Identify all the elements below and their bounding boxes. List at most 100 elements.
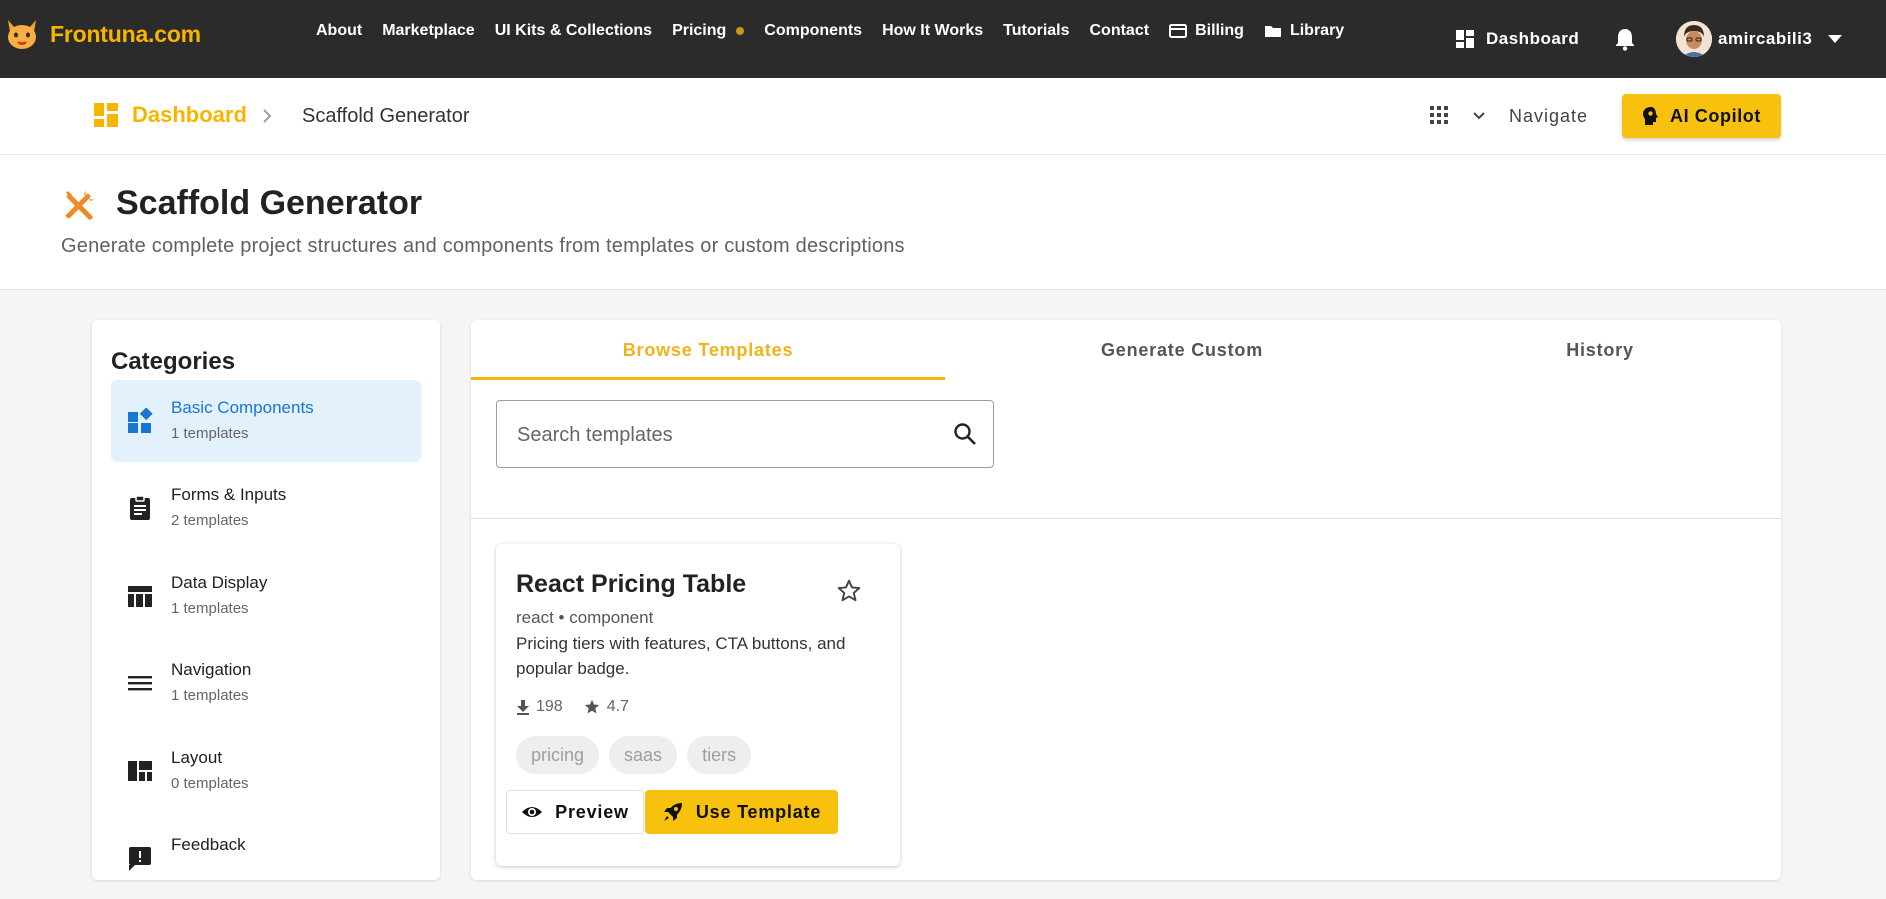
preview-button[interactable]: Preview xyxy=(506,790,644,834)
template-title: React Pricing Table xyxy=(516,570,747,598)
category-count: 2 templates xyxy=(171,512,249,529)
category-label: Forms & Inputs xyxy=(171,485,287,504)
use-template-label: Use Template xyxy=(695,801,822,822)
nav-dashboard-label: Dashboard xyxy=(1486,29,1580,48)
category-count: 0 templates xyxy=(171,775,249,792)
menu-icon xyxy=(127,670,153,701)
nav-billing-label: Billing xyxy=(1195,22,1244,39)
categories-title: Categories xyxy=(111,348,236,375)
user-menu[interactable]: amircabili3 xyxy=(1676,0,1843,78)
caret-down-icon xyxy=(1828,35,1843,43)
tag-list: pricing saas tiers xyxy=(516,736,761,774)
category-label: Basic Components xyxy=(171,398,314,417)
nav-tutorials[interactable]: Tutorials xyxy=(1003,22,1069,40)
template-description: Pricing tiers with features, CTA buttons… xyxy=(516,634,846,678)
head-bulb-icon xyxy=(1643,107,1658,125)
category-count: 1 templates xyxy=(171,425,249,442)
template-meta: react • component xyxy=(516,608,654,627)
nav-how-it-works-label: How It Works xyxy=(882,22,984,39)
category-layout[interactable]: Layout 0 templates xyxy=(111,730,421,812)
nav-marketplace-label: Marketplace xyxy=(382,22,475,39)
downloads-stat: 198 xyxy=(516,698,563,716)
apps-grid-icon xyxy=(1430,106,1448,124)
top-navbar: Frontuna.com About Marketplace UI Kits &… xyxy=(0,0,1886,78)
nav-pricing-label: Pricing xyxy=(672,22,727,39)
cat-logo-icon xyxy=(4,16,40,52)
breadcrumb: Dashboard Scaffold Generator Navigate AI… xyxy=(0,78,1886,155)
category-label: Feedback xyxy=(171,835,246,854)
rocket-icon xyxy=(663,803,682,821)
divider xyxy=(471,518,1781,519)
nav-dashboard[interactable]: Dashboard xyxy=(1456,0,1579,78)
widgets-icon xyxy=(127,407,153,439)
category-forms-inputs[interactable]: Forms & Inputs 2 templates xyxy=(111,467,421,549)
tag-chip[interactable]: saas xyxy=(609,736,678,774)
tag-chip[interactable]: pricing xyxy=(516,736,600,774)
table-icon xyxy=(127,583,153,614)
category-navigation[interactable]: Navigation 1 templates xyxy=(111,642,421,724)
navigate-dropdown-toggle[interactable] xyxy=(1472,108,1486,126)
nav-contact[interactable]: Contact xyxy=(1090,22,1150,40)
tab-browse-templates[interactable]: Browse Templates xyxy=(471,320,945,380)
nav-billing[interactable]: Billing xyxy=(1169,22,1244,40)
nav-pricing[interactable]: Pricing xyxy=(672,22,745,40)
dashboard-icon xyxy=(1456,30,1474,48)
template-stats: 198 4.7 xyxy=(516,698,649,716)
nav-marketplace[interactable]: Marketplace xyxy=(382,22,475,40)
categories-panel: Categories Basic Components 1 templates … xyxy=(92,320,440,880)
tab-generate-custom[interactable]: Generate Custom xyxy=(945,320,1419,380)
nav-library-label: Library xyxy=(1289,22,1345,39)
chevron-down-icon xyxy=(1473,112,1485,120)
tab-history[interactable]: History xyxy=(1419,320,1781,380)
nav-components-label: Components xyxy=(764,22,863,39)
star-outline-icon[interactable] xyxy=(836,578,862,609)
nav-contact-label: Contact xyxy=(1089,22,1150,39)
bell-icon xyxy=(1616,29,1634,51)
nav-components[interactable]: Components xyxy=(764,22,862,40)
nav-tutorials-label: Tutorials xyxy=(1003,22,1070,39)
downloads-count: 198 xyxy=(536,698,563,715)
category-count: 1 templates xyxy=(171,600,249,617)
tag-chip[interactable]: tiers xyxy=(687,736,752,774)
nav-about[interactable]: About xyxy=(316,22,362,40)
layout-icon xyxy=(127,758,153,789)
category-data-display[interactable]: Data Display 1 templates xyxy=(111,555,421,637)
category-basic-components[interactable]: Basic Components 1 templates xyxy=(111,380,421,462)
nav-how-it-works[interactable]: How It Works xyxy=(882,22,983,40)
category-label: Data Display xyxy=(171,573,268,592)
nav-library[interactable]: Library xyxy=(1264,22,1344,40)
nav-about-label: About xyxy=(316,22,363,39)
nav-ui-kits[interactable]: UI Kits & Collections xyxy=(495,22,652,40)
search-icon[interactable] xyxy=(953,422,977,451)
folder-icon xyxy=(1264,26,1281,37)
breadcrumb-current: Scaffold Generator xyxy=(302,105,470,127)
nav-ui-kits-label: UI Kits & Collections xyxy=(494,22,653,39)
clipboard-icon xyxy=(127,495,153,526)
brand[interactable]: Frontuna.com xyxy=(4,16,201,52)
page-title: Scaffold Generator xyxy=(116,184,423,222)
category-count: 1 templates xyxy=(171,687,249,704)
search-box xyxy=(496,400,994,468)
main-nav: About Marketplace UI Kits & Collections … xyxy=(316,22,1364,40)
breadcrumb-separator xyxy=(262,104,272,130)
eye-icon xyxy=(522,807,543,817)
ai-copilot-label: AI Copilot xyxy=(1670,105,1761,126)
search-input[interactable] xyxy=(515,417,939,453)
use-template-button[interactable]: Use Template xyxy=(645,790,838,834)
category-feedback[interactable]: Feedback xyxy=(111,817,421,899)
page-header: Scaffold Generator Generate complete pro… xyxy=(0,155,1886,290)
breadcrumb-dashboard[interactable]: Dashboard xyxy=(94,102,247,128)
navigate-button[interactable]: Navigate xyxy=(1509,106,1588,127)
template-card[interactable]: React Pricing Table react • component Pr… xyxy=(496,544,900,866)
active-tab-indicator xyxy=(471,377,945,380)
pricing-dot-badge xyxy=(736,27,745,35)
notifications-button[interactable] xyxy=(1614,0,1636,78)
tools-icon xyxy=(62,187,98,228)
category-label: Navigation xyxy=(171,660,252,679)
feedback-icon xyxy=(127,845,153,876)
rating-value: 4.7 xyxy=(606,698,629,715)
apps-grid-button[interactable] xyxy=(1430,106,1448,129)
ai-copilot-button[interactable]: AI Copilot xyxy=(1622,94,1781,138)
page-subtitle: Generate complete project structures and… xyxy=(61,235,905,257)
download-icon xyxy=(517,700,529,715)
